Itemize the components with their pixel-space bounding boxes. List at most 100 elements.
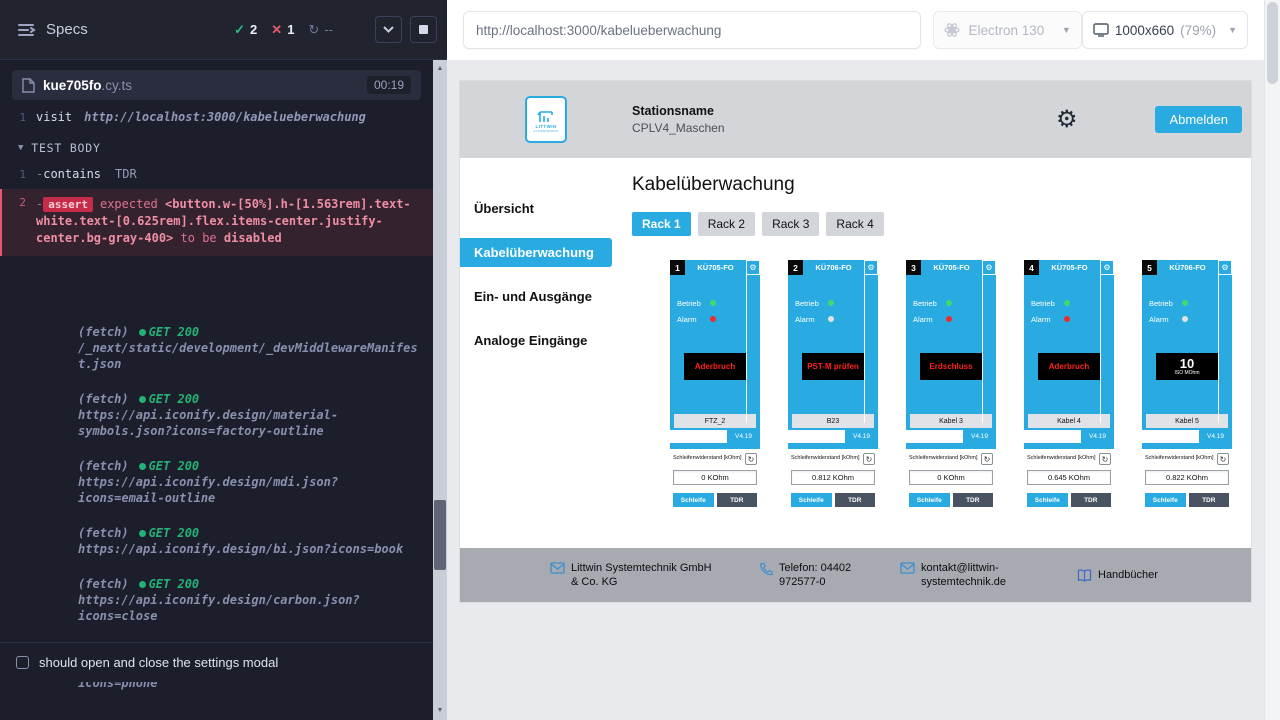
collapse-button[interactable] xyxy=(375,16,402,43)
chevron-down-icon: ▼ xyxy=(18,143,24,153)
tab-rack-3[interactable]: Rack 3 xyxy=(762,212,819,236)
station-label: Stationsname xyxy=(632,103,725,120)
card-gear-icon[interactable]: ⚙ xyxy=(864,260,878,275)
measurement-panel: Schleifenwiderstand [kOhm]↻ 0 KOhm Schle… xyxy=(906,449,996,548)
card-number: 4 xyxy=(1024,260,1039,275)
scrollbar-thumb[interactable] xyxy=(1267,2,1278,84)
page-scrollbar[interactable] xyxy=(1264,0,1280,720)
footer-company: Littwin Systemtechnik GmbH & Co. KG xyxy=(550,561,759,589)
fetch-log-row[interactable]: (fetch)GET 200 /_next/static/development… xyxy=(0,322,433,374)
measurement-panel: Schleifenwiderstand [kOhm]↻ 0.812 KOhm S… xyxy=(788,449,878,548)
chevron-down-icon: ▼ xyxy=(1228,25,1237,35)
tab-rack-1[interactable]: Rack 1 xyxy=(632,212,691,236)
next-test-row[interactable]: should open and close the settings modal xyxy=(0,642,433,682)
stop-button[interactable] xyxy=(410,16,437,43)
device-card-3: 3KÜ705-FO⚙ Betrieb Alarm Erdschluss Kabe… xyxy=(906,260,996,548)
card-number: 3 xyxy=(906,260,921,275)
footer-email: kontakt@littwin-systemtechnik.de xyxy=(900,561,1077,589)
specs-menu-icon[interactable] xyxy=(16,20,36,40)
tdr-button[interactable]: TDR xyxy=(1071,493,1112,507)
littwin-logo: LITTWIN SYSTEMTECHNIK xyxy=(525,96,567,143)
cable-name-input[interactable] xyxy=(906,430,963,443)
page-title: Kabelüberwachung xyxy=(632,174,1251,196)
cable-name-input[interactable] xyxy=(788,430,845,443)
station-info: Stationsname CPLV4_Maschen xyxy=(632,103,725,136)
betrieb-led xyxy=(946,300,952,306)
assert-message: -assertexpected <button.w-[50%].h-[1.563… xyxy=(36,196,423,247)
passed-stat: ✓2 xyxy=(234,22,257,38)
refresh-icon[interactable]: ↻ xyxy=(745,453,757,465)
fetch-log-row[interactable]: (fetch)GET 200 https://api.iconify.desig… xyxy=(0,456,433,508)
sidebar-item-uebersicht[interactable]: Übersicht xyxy=(460,194,632,223)
card-number: 5 xyxy=(1142,260,1157,275)
sidebar-item-kabelueberwachung[interactable]: Kabelüberwachung xyxy=(460,238,612,267)
refresh-icon[interactable]: ↻ xyxy=(1217,453,1229,465)
schleife-button[interactable]: Schleife xyxy=(1145,493,1186,507)
rack-tabs: Rack 1 Rack 2 Rack 3 Rack 4 xyxy=(632,212,1251,236)
spec-file-icon xyxy=(22,78,35,93)
cable-name-input[interactable] xyxy=(1142,430,1199,443)
cable-name-input[interactable] xyxy=(670,430,727,443)
tdr-button[interactable]: TDR xyxy=(717,493,758,507)
runner-scrollbar[interactable]: ▲ ▼ xyxy=(433,60,447,720)
card-gear-icon[interactable]: ⚙ xyxy=(1100,260,1114,275)
specs-title[interactable]: Specs xyxy=(46,21,88,38)
refresh-icon[interactable]: ↻ xyxy=(1099,453,1111,465)
betrieb-led xyxy=(1064,300,1070,306)
schleife-button[interactable]: Schleife xyxy=(909,493,950,507)
failed-assert-row[interactable]: 2 -assertexpected <button.w-[50%].h-[1.5… xyxy=(0,189,433,256)
aut-stage: LITTWIN SYSTEMTECHNIK Stationsname CPLV4… xyxy=(447,61,1280,720)
measurement-panel: Schleifenwiderstand [kOhm]↻ 0.822 KOhm S… xyxy=(1142,449,1232,548)
iso-display: 10ISO MOhm xyxy=(1156,353,1218,380)
command-url: http://localhost:3000/kabelueberwachung xyxy=(84,109,366,126)
fetch-log-row[interactable]: (fetch)GET 200 https://api.iconify.desig… xyxy=(0,574,433,626)
schleife-button[interactable]: Schleife xyxy=(791,493,832,507)
browser-select[interactable]: Electron 130 ▼ xyxy=(933,11,1081,49)
url-input[interactable]: http://localhost:3000/kabelueberwachung xyxy=(463,11,921,49)
footer-manuals-link[interactable]: Handbücher xyxy=(1077,568,1158,582)
spec-file-row[interactable]: kue705fo.cy.ts 00:19 xyxy=(12,70,421,100)
card-gear-icon[interactable]: ⚙ xyxy=(746,260,760,275)
tdr-button[interactable]: TDR xyxy=(953,493,994,507)
tdr-button[interactable]: TDR xyxy=(1189,493,1230,507)
tab-rack-2[interactable]: Rack 2 xyxy=(698,212,755,236)
test-body-section[interactable]: ▼ TEST BODY xyxy=(0,129,433,163)
settings-gear-icon[interactable]: ⚙ xyxy=(1056,108,1078,132)
tdr-button[interactable]: TDR xyxy=(835,493,876,507)
test-stats: ✓2 ✕1 ↻-- xyxy=(234,22,333,38)
alert-display: PST-M prüfen xyxy=(802,353,864,380)
scroll-up-icon[interactable]: ▲ xyxy=(433,62,447,76)
contains-command-row[interactable]: 1 -contains TDR xyxy=(0,163,433,186)
scrollbar-thumb[interactable] xyxy=(434,500,446,570)
sidebar-item-analoge-eingaenge[interactable]: Analoge Eingänge xyxy=(460,326,632,355)
runner-topbar: http://localhost:3000/kabelueberwachung … xyxy=(447,0,1280,61)
schleife-button[interactable]: Schleife xyxy=(1027,493,1068,507)
alert-display: Aderbruch xyxy=(1038,353,1100,380)
cable-name-input[interactable] xyxy=(1024,430,1081,443)
mail-icon xyxy=(550,562,565,574)
refresh-icon[interactable]: ↻ xyxy=(981,453,993,465)
device-card-2: 2KÜ706-FO⚙ Betrieb Alarm PST-M prüfen B2… xyxy=(788,260,878,548)
device-cards: 1KÜ705-FO⚙ Betrieb Alarm Aderbruch FTZ_2… xyxy=(670,260,1251,548)
scroll-down-icon[interactable]: ▼ xyxy=(433,704,447,718)
visit-command-row[interactable]: 1 visit http://localhost:3000/kabelueber… xyxy=(0,106,433,129)
firmware-version: V4.19 xyxy=(1199,433,1232,440)
fetch-log-row[interactable]: (fetch)GET 200 https://api.iconify.desig… xyxy=(0,523,433,559)
fetch-log-row[interactable]: (fetch)GET 200 https://api.iconify.desig… xyxy=(0,389,433,441)
schleife-button[interactable]: Schleife xyxy=(673,493,714,507)
x-icon: ✕ xyxy=(271,22,282,38)
assert-state: disabled xyxy=(224,231,282,245)
electron-icon xyxy=(944,22,960,38)
logout-button[interactable]: Abmelden xyxy=(1155,106,1242,133)
status-dot xyxy=(139,329,146,336)
card-gear-icon[interactable]: ⚙ xyxy=(1218,260,1232,275)
tab-rack-4[interactable]: Rack 4 xyxy=(826,212,883,236)
refresh-icon[interactable]: ↻ xyxy=(863,453,875,465)
sidebar-item-ein-und-ausgaenge[interactable]: Ein- und Ausgänge xyxy=(460,282,632,311)
failed-stat: ✕1 xyxy=(271,22,294,38)
viewport-select[interactable]: 1000x660 (79%) ▼ xyxy=(1082,11,1248,49)
footer-phone: Telefon: 04402 972577-0 xyxy=(759,561,900,589)
phone-icon xyxy=(759,562,773,576)
measurement-panel: Schleifenwiderstand [kOhm]↻ 0.645 KOhm S… xyxy=(1024,449,1114,548)
card-gear-icon[interactable]: ⚙ xyxy=(982,260,996,275)
